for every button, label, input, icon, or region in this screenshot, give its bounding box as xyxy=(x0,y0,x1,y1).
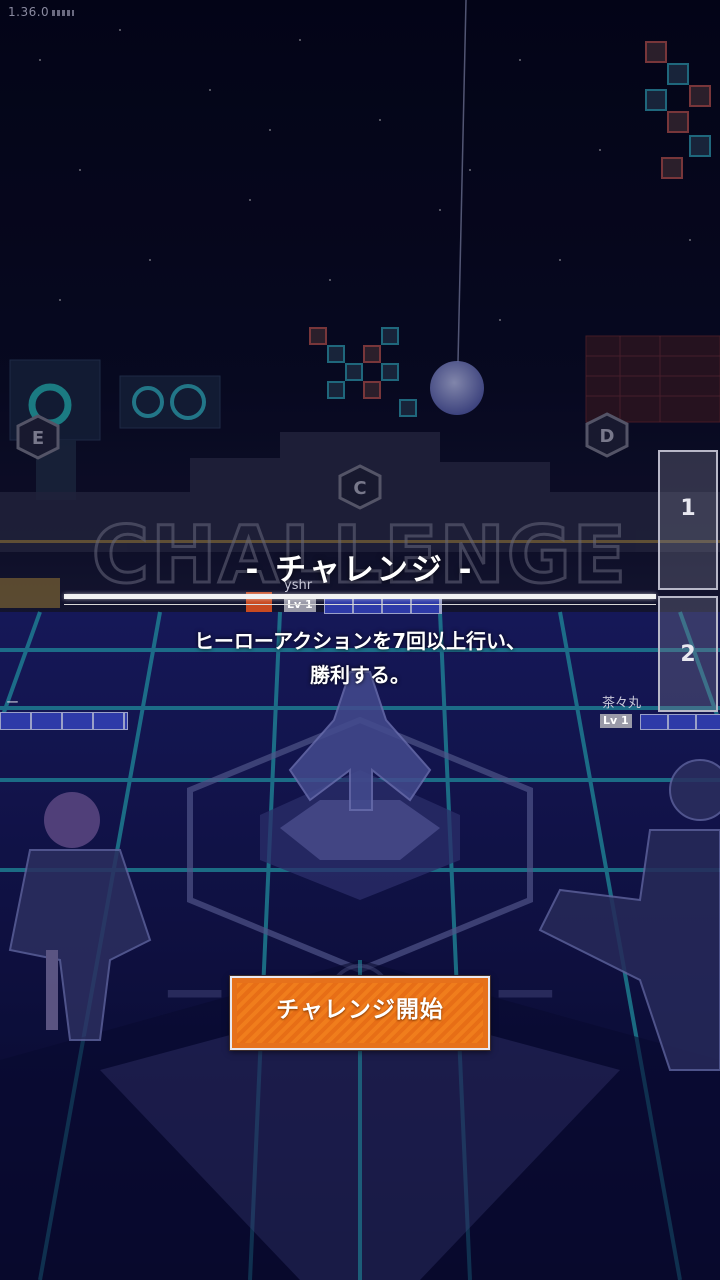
rank-box-1-label: 1 xyxy=(680,496,696,521)
challenge-description-line1: ヒーローアクションを7回以上行い、 xyxy=(193,629,527,653)
challenge-start-button[interactable]: チャレンジ開始 xyxy=(230,976,490,1050)
version-label: 1.36.0 xyxy=(8,5,75,19)
top-player-hp-bar xyxy=(324,598,442,614)
challenge-description-line2: 勝利する。 xyxy=(310,663,410,687)
top-player-level: Lv 1 xyxy=(284,598,316,612)
right-player-name: 茶々丸 xyxy=(602,696,642,711)
right-player-hp-bar xyxy=(640,714,720,730)
left-player-hp-bar xyxy=(0,712,128,730)
right-player-level: Lv 1 xyxy=(600,714,632,728)
game-screen: E C D CHALLENGE — — ◯ — — xyxy=(0,0,720,1280)
challenge-description: ヒーローアクションを7回以上行い、 勝利する。 xyxy=(0,624,720,692)
challenge-start-button-label: チャレンジ開始 xyxy=(276,997,444,1023)
title-divider-thin xyxy=(64,604,656,605)
version-number: 1.36.0 xyxy=(8,5,50,19)
left-player-name: ー xyxy=(6,696,20,711)
version-bars-icon xyxy=(52,9,75,16)
title-divider xyxy=(64,594,656,599)
challenge-title: - チャレンジ - xyxy=(245,552,475,588)
